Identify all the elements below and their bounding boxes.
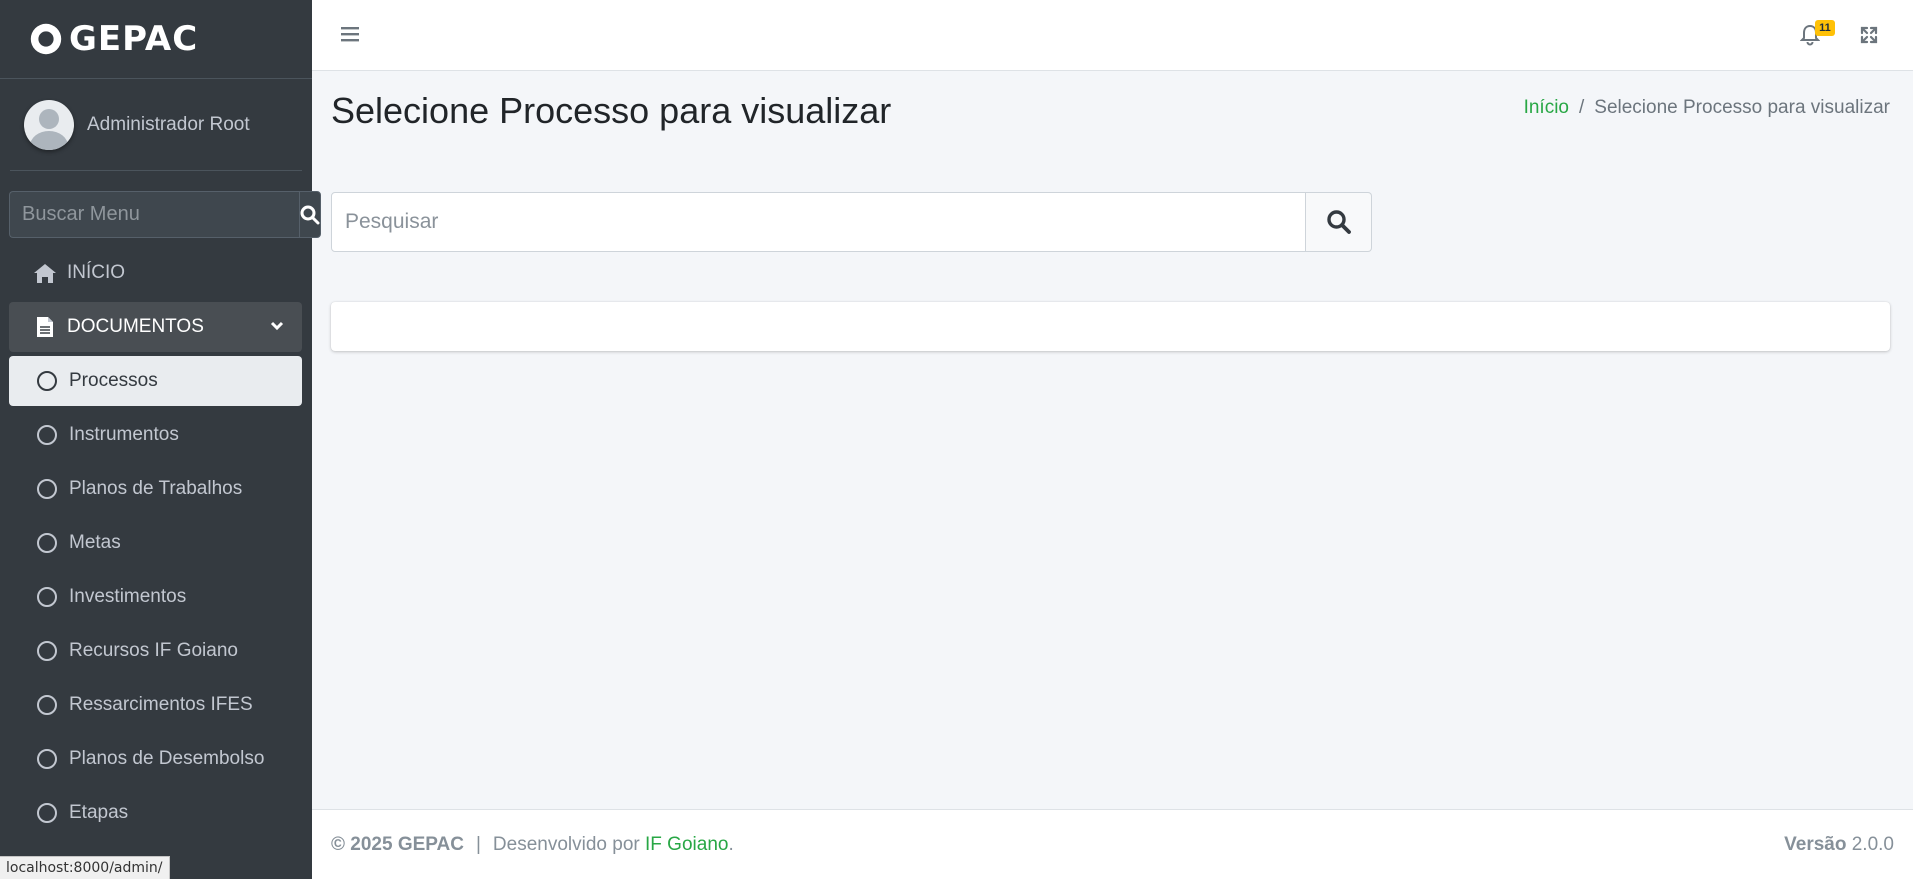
footer-version-value: 2.0.0 xyxy=(1851,833,1894,855)
circle-icon xyxy=(35,423,59,447)
circle-icon xyxy=(35,693,59,717)
circle-icon xyxy=(35,477,59,501)
sidebar-item-metas[interactable]: Metas xyxy=(9,518,302,568)
breadcrumb-home-link[interactable]: Início xyxy=(1524,97,1569,119)
sidebar-item-investimentos[interactable]: Investimentos xyxy=(9,572,302,622)
sidebar: GEPAC Administrador Root INÍCIO xyxy=(0,0,321,879)
sidebar-item-recursos-if-goiano[interactable]: Recursos IF Goiano xyxy=(9,626,302,676)
footer: © 2025 GEPAC | Desenvolvido por IF Goian… xyxy=(312,809,1913,879)
sidebar-item-inicio[interactable]: INÍCIO xyxy=(9,248,302,298)
document-icon xyxy=(33,315,57,339)
user-name[interactable]: Administrador Root xyxy=(87,114,250,136)
circle-icon xyxy=(35,531,59,555)
notification-badge: 11 xyxy=(1815,20,1835,36)
menu-search-input[interactable] xyxy=(9,191,299,238)
brand-name: GEPAC xyxy=(69,19,199,59)
footer-org-link[interactable]: IF Goiano xyxy=(645,834,728,856)
sidebar-item-processos[interactable]: Processos xyxy=(9,356,302,406)
process-search xyxy=(331,192,1372,252)
sidebar-item-planos-de-desembolso[interactable]: Planos de Desembolso xyxy=(9,734,302,784)
footer-period: . xyxy=(728,833,734,855)
brand-logo-icon xyxy=(30,23,62,55)
circle-icon xyxy=(35,747,59,771)
sidebar-item-documentos[interactable]: DOCUMENTOS xyxy=(9,302,302,352)
hamburger-icon[interactable] xyxy=(340,24,360,44)
sidebar-item-ressarcimentos-ifes[interactable]: Ressarcimentos IFES xyxy=(9,680,302,730)
footer-separator: | xyxy=(475,833,481,855)
top-navbar: 11 xyxy=(312,0,1913,71)
footer-version-label: Versão xyxy=(1784,833,1847,855)
circle-icon xyxy=(35,585,59,609)
sidebar-item-label: Ressarcimentos IFES xyxy=(69,694,253,715)
sidebar-item-label: Recursos IF Goiano xyxy=(69,640,238,661)
search-icon xyxy=(1326,210,1351,234)
brand-logo: GEPAC xyxy=(27,19,198,59)
user-panel: Administrador Root xyxy=(10,79,302,171)
sidebar-item-label: Planos de Trabalhos xyxy=(69,478,243,499)
sidebar-nav: INÍCIO DOCUMENTOS Processos Instrumentos… xyxy=(9,248,302,842)
sidebar-item-label: INÍCIO xyxy=(67,262,126,283)
sidebar-item-label: Instrumentos xyxy=(69,424,179,445)
menu-search xyxy=(9,191,321,238)
status-bar-url: localhost:8000/admin/ xyxy=(0,856,170,879)
chevron-down-icon xyxy=(270,321,284,331)
sidebar-item-label: Planos de Desembolso xyxy=(69,748,265,769)
sidebar-item-label: DOCUMENTOS xyxy=(67,316,204,337)
sidebar-item-label: Processos xyxy=(69,370,158,391)
sidebar-item-etapas[interactable]: Etapas xyxy=(9,788,302,838)
results-card xyxy=(331,302,1890,351)
circle-icon xyxy=(35,639,59,663)
expand-icon[interactable] xyxy=(1859,25,1879,45)
circle-icon xyxy=(35,369,59,393)
page-title: Selecione Processo para visualizar xyxy=(331,90,892,131)
brand-link[interactable]: GEPAC xyxy=(0,0,312,79)
search-icon xyxy=(300,205,320,224)
home-icon xyxy=(33,261,57,285)
sidebar-item-label: Metas xyxy=(69,532,121,553)
footer-version: Versão 2.0.0 xyxy=(1784,834,1894,856)
avatar[interactable] xyxy=(24,99,74,150)
footer-copyright: © 2025 GEPAC xyxy=(331,833,464,855)
breadcrumb-separator: / xyxy=(1579,97,1585,118)
breadcrumb: Início / Selecione Processo para visuali… xyxy=(1524,97,1890,119)
sidebar-item-label: Etapas xyxy=(69,802,129,823)
sidebar-item-planos-de-trabalhos[interactable]: Planos de Trabalhos xyxy=(9,464,302,514)
menu-search-button[interactable] xyxy=(299,191,321,238)
sidebar-item-label: Investimentos xyxy=(69,586,187,607)
circle-icon xyxy=(35,801,59,825)
breadcrumb-current: Selecione Processo para visualizar xyxy=(1594,97,1890,118)
footer-developed-by: Desenvolvido por xyxy=(492,833,640,855)
process-search-button[interactable] xyxy=(1306,192,1372,252)
process-search-input[interactable] xyxy=(331,192,1306,252)
sidebar-item-instrumentos[interactable]: Instrumentos xyxy=(9,410,302,460)
